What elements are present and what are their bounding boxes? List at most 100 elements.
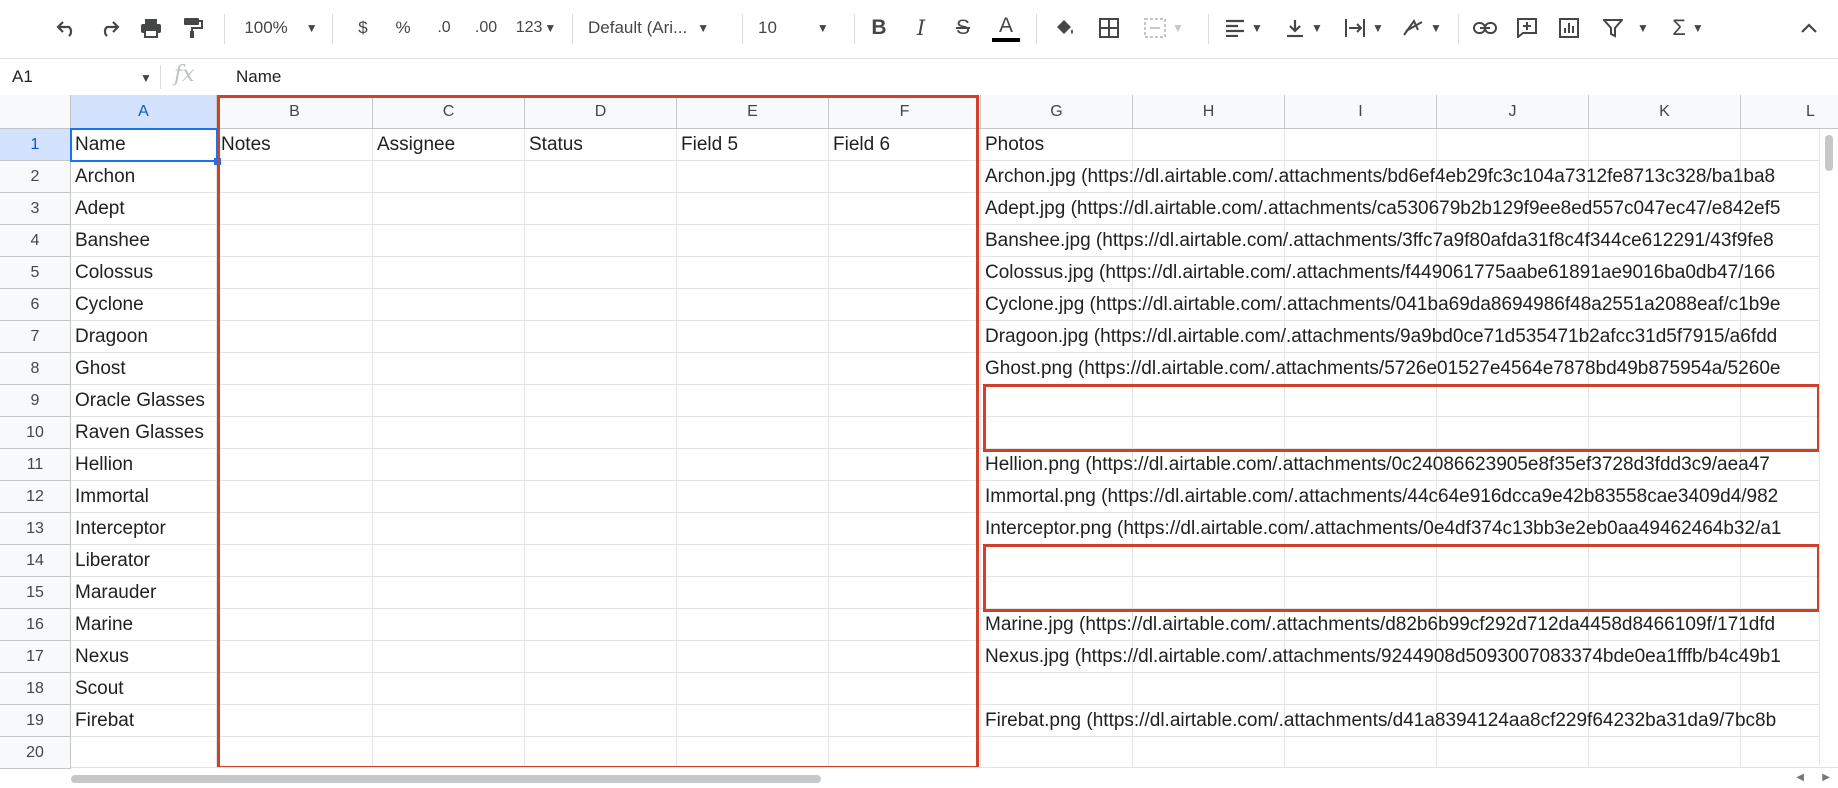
cell-f2[interactable]: [829, 161, 981, 193]
cell-f8[interactable]: [829, 353, 981, 385]
cell-a1[interactable]: Name: [71, 129, 217, 161]
cell-b16[interactable]: [217, 609, 373, 641]
cell-d8[interactable]: [525, 353, 677, 385]
cell-b9[interactable]: [217, 385, 373, 417]
row-header-5[interactable]: 5: [0, 257, 71, 289]
cell-e19[interactable]: [677, 705, 829, 737]
row-header-11[interactable]: 11: [0, 449, 71, 481]
cell-b12[interactable]: [217, 481, 373, 513]
text-color-button[interactable]: A: [988, 8, 1024, 48]
row-header-9[interactable]: 9: [0, 385, 71, 417]
cell-e11[interactable]: [677, 449, 829, 481]
cell-d12[interactable]: [525, 481, 677, 513]
cell-i15[interactable]: [1285, 577, 1437, 609]
cell-e15[interactable]: [677, 577, 829, 609]
cell-h18[interactable]: [1133, 673, 1285, 705]
cell-g9[interactable]: [981, 385, 1133, 417]
cell-a15[interactable]: Marauder: [71, 577, 217, 609]
link-icon[interactable]: [1468, 8, 1502, 48]
cell-e2[interactable]: [677, 161, 829, 193]
cell-j1[interactable]: [1437, 129, 1589, 161]
cell-d15[interactable]: [525, 577, 677, 609]
fill-color-icon[interactable]: [1048, 8, 1082, 48]
row-header-20[interactable]: 20: [0, 737, 71, 769]
cell-a19[interactable]: Firebat: [71, 705, 217, 737]
collapse-icon[interactable]: [1792, 8, 1826, 48]
column-header-c[interactable]: C: [373, 95, 525, 129]
cell-k10[interactable]: [1589, 417, 1741, 449]
cell-h10[interactable]: [1133, 417, 1285, 449]
cell-a17[interactable]: Nexus: [71, 641, 217, 673]
cell-g11[interactable]: Hellion.png (https://dl.airtable.com/.at…: [981, 449, 1770, 481]
cell-g14[interactable]: [981, 545, 1133, 577]
row-header-7[interactable]: 7: [0, 321, 71, 353]
cell-g13[interactable]: Interceptor.png (https://dl.airtable.com…: [981, 513, 1781, 545]
row-header-10[interactable]: 10: [0, 417, 71, 449]
bold-button[interactable]: B: [862, 8, 896, 48]
column-header-b[interactable]: B: [217, 95, 373, 129]
cell-f9[interactable]: [829, 385, 981, 417]
cell-b10[interactable]: [217, 417, 373, 449]
cell-e18[interactable]: [677, 673, 829, 705]
horizontal-scrollbar[interactable]: ◀ ▶: [71, 767, 1838, 788]
cell-a2[interactable]: Archon: [71, 161, 217, 193]
cell-h20[interactable]: [1133, 737, 1285, 769]
zoom-select[interactable]: 100% ▼: [240, 8, 322, 48]
cell-a9[interactable]: Oracle Glasses: [71, 385, 217, 417]
font-select[interactable]: Default (Ari... ▼: [588, 8, 732, 48]
row-header-8[interactable]: 8: [0, 353, 71, 385]
cell-a3[interactable]: Adept: [71, 193, 217, 225]
column-header-e[interactable]: E: [677, 95, 829, 129]
cell-e7[interactable]: [677, 321, 829, 353]
cell-a18[interactable]: Scout: [71, 673, 217, 705]
cell-f3[interactable]: [829, 193, 981, 225]
vertical-scrollbar[interactable]: [1819, 129, 1838, 765]
cell-e4[interactable]: [677, 225, 829, 257]
cell-d20[interactable]: [525, 737, 677, 769]
percent-button[interactable]: %: [386, 8, 420, 48]
currency-button[interactable]: $: [346, 8, 380, 48]
cell-c15[interactable]: [373, 577, 525, 609]
cell-i1[interactable]: [1285, 129, 1437, 161]
cell-d5[interactable]: [525, 257, 677, 289]
cell-c17[interactable]: [373, 641, 525, 673]
cell-j15[interactable]: [1437, 577, 1589, 609]
cell-b11[interactable]: [217, 449, 373, 481]
cell-g15[interactable]: [981, 577, 1133, 609]
vertical-align-icon[interactable]: ▼: [1280, 8, 1328, 48]
undo-icon[interactable]: [50, 8, 84, 48]
cell-b6[interactable]: [217, 289, 373, 321]
cell-e3[interactable]: [677, 193, 829, 225]
cell-f12[interactable]: [829, 481, 981, 513]
cell-d1[interactable]: Status: [525, 129, 677, 161]
cell-k9[interactable]: [1589, 385, 1741, 417]
cell-g10[interactable]: [981, 417, 1133, 449]
filter-icon[interactable]: ▼: [1596, 8, 1656, 48]
cell-g6[interactable]: Cyclone.jpg (https://dl.airtable.com/.at…: [981, 289, 1780, 321]
cell-d7[interactable]: [525, 321, 677, 353]
cell-c4[interactable]: [373, 225, 525, 257]
cell-b18[interactable]: [217, 673, 373, 705]
cell-c19[interactable]: [373, 705, 525, 737]
cell-a8[interactable]: Ghost: [71, 353, 217, 385]
column-header-d[interactable]: D: [525, 95, 677, 129]
cell-g20[interactable]: [981, 737, 1133, 769]
merge-cells-icon[interactable]: ▼: [1134, 8, 1194, 48]
cell-a13[interactable]: Interceptor: [71, 513, 217, 545]
cell-b8[interactable]: [217, 353, 373, 385]
cell-e10[interactable]: [677, 417, 829, 449]
row-header-12[interactable]: 12: [0, 481, 71, 513]
cell-k15[interactable]: [1589, 577, 1741, 609]
chart-icon[interactable]: [1552, 8, 1586, 48]
cell-f17[interactable]: [829, 641, 981, 673]
cell-j9[interactable]: [1437, 385, 1589, 417]
cell-f18[interactable]: [829, 673, 981, 705]
cell-b4[interactable]: [217, 225, 373, 257]
row-header-17[interactable]: 17: [0, 641, 71, 673]
cell-h1[interactable]: [1133, 129, 1285, 161]
decrease-decimal-button[interactable]: .0: [426, 8, 462, 48]
select-all-corner[interactable]: [0, 95, 71, 129]
scroll-left-icon[interactable]: ◀: [1796, 772, 1804, 783]
cell-a14[interactable]: Liberator: [71, 545, 217, 577]
cell-f20[interactable]: [829, 737, 981, 769]
